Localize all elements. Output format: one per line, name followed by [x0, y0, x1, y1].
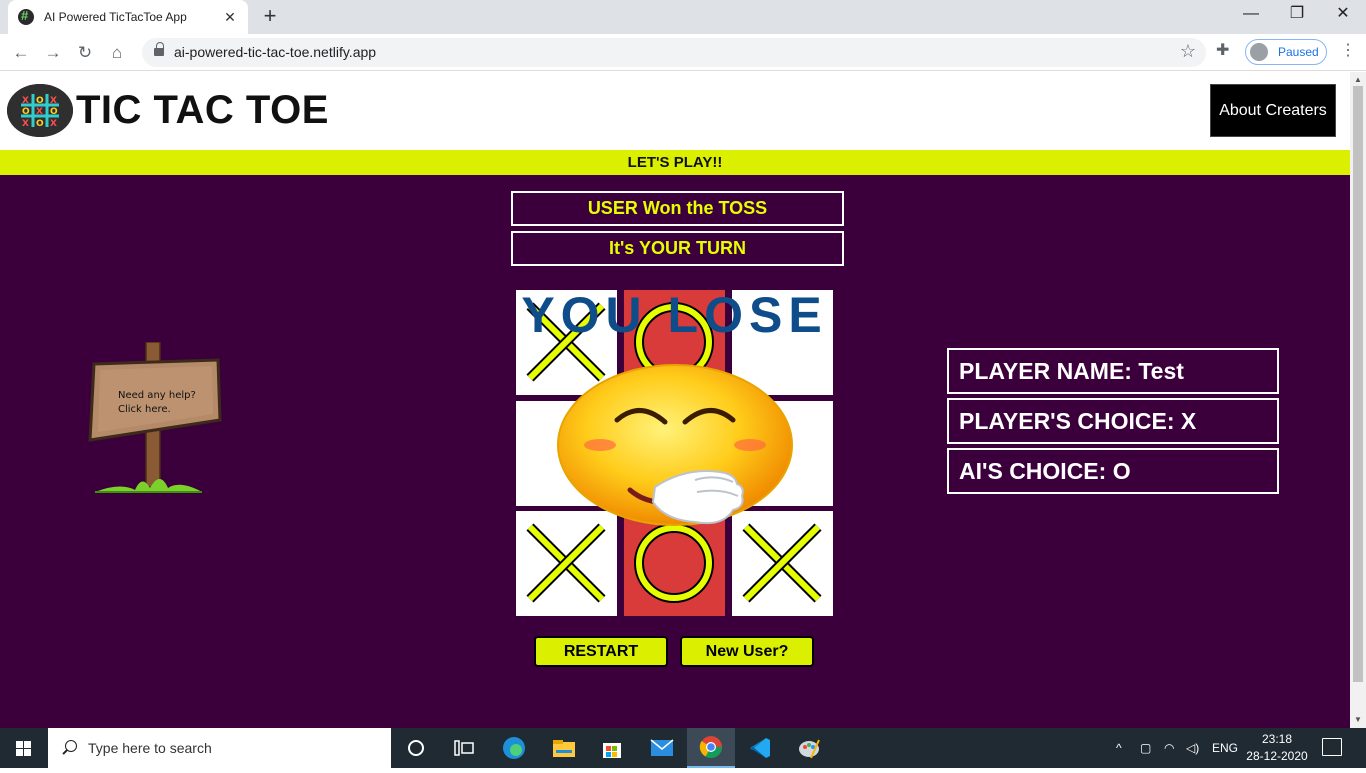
restore-button[interactable]: ❐: [1274, 0, 1320, 30]
browser-tab[interactable]: AI Powered TicTacToe App ✕: [8, 0, 248, 34]
svg-text:O: O: [36, 96, 44, 106]
about-creaters-button[interactable]: About Creaters: [1210, 84, 1336, 137]
page-content: X O X O X O X O X TIC TAC TOE About Crea…: [0, 72, 1350, 728]
back-arrow-icon[interactable]: ←: [8, 40, 34, 66]
microsoft-store-icon[interactable]: [588, 728, 636, 768]
scroll-thumb[interactable]: [1353, 86, 1363, 682]
search-icon: [62, 740, 78, 756]
language-indicator[interactable]: ENG: [1212, 728, 1238, 768]
edge-browser-icon[interactable]: [490, 728, 538, 768]
close-window-button[interactable]: ✕: [1320, 0, 1366, 30]
browser-menu-icon[interactable]: ⋮: [1340, 40, 1356, 60]
scroll-down-icon[interactable]: ▼: [1354, 715, 1362, 724]
windows-logo-icon: [16, 741, 31, 756]
clock-time: 23:18: [1261, 732, 1293, 746]
svg-text:X: X: [50, 96, 57, 106]
forward-arrow-icon[interactable]: →: [40, 40, 66, 66]
svg-text:O: O: [36, 119, 44, 129]
paint-app-icon[interactable]: [785, 728, 833, 768]
svg-text:X: X: [22, 119, 29, 129]
site-header: X O X O X O X O X TIC TAC TOE About Crea…: [0, 72, 1350, 150]
url-text[interactable]: ai-powered-tic-tac-toe.netlify.app: [174, 44, 376, 60]
chrome-icon[interactable]: [687, 728, 735, 768]
profile-button[interactable]: Paused: [1245, 39, 1327, 65]
minimize-button[interactable]: —: [1228, 0, 1274, 30]
meet-now-icon[interactable]: ▢: [1140, 728, 1151, 768]
scroll-up-icon[interactable]: ▲: [1354, 75, 1362, 84]
windows-start-button[interactable]: [0, 728, 48, 768]
player-choice-box: PLAYER'S CHOICE: X: [947, 398, 1279, 444]
wifi-icon[interactable]: ◠: [1164, 728, 1174, 768]
extensions-puzzle-icon[interactable]: ✚: [1216, 40, 1229, 60]
browser-toolbar: ← → ↻ ⌂ ai-powered-tic-tac-toe.netlify.a…: [0, 34, 1366, 71]
taskbar-clock[interactable]: 23:18 28-12-2020: [1246, 731, 1308, 765]
help-sign[interactable]: Need any help? Click here.: [80, 341, 230, 497]
cortana-icon[interactable]: [392, 728, 440, 768]
notification-center-icon[interactable]: [1322, 738, 1342, 756]
clock-date: 28-12-2020: [1246, 749, 1308, 763]
bookmark-star-icon[interactable]: ☆: [1180, 41, 1196, 62]
vscode-icon[interactable]: [736, 728, 784, 768]
task-view-icon[interactable]: [440, 728, 488, 768]
laughing-emoji-icon: [545, 362, 805, 537]
svg-text:X: X: [22, 96, 29, 106]
lock-icon: [154, 42, 164, 58]
ai-choice-box: AI'S CHOICE: O: [947, 448, 1279, 494]
page-title: TIC TAC TOE: [76, 88, 329, 132]
tictactoe-logo-icon: X O X O X O X O X: [7, 84, 73, 137]
game-result-text: YOU LOSE: [521, 287, 828, 343]
home-icon[interactable]: ⌂: [104, 40, 130, 66]
player-name-box: PLAYER NAME: Test: [947, 348, 1279, 394]
svg-text:X: X: [36, 107, 43, 117]
windows-taskbar: Type here to search ^ ▢ ◠ ◁) ENG 23:18 2…: [0, 728, 1366, 768]
svg-text:O: O: [22, 107, 30, 117]
file-explorer-icon[interactable]: [540, 728, 588, 768]
svg-text:O: O: [50, 107, 58, 117]
new-user-button[interactable]: New User?: [680, 636, 814, 667]
new-tab-button[interactable]: +: [258, 5, 282, 29]
svg-text:X: X: [50, 119, 57, 129]
page-scrollbar[interactable]: ▲ ▼: [1350, 72, 1366, 728]
lets-play-banner: LET'S PLAY!!: [0, 150, 1350, 175]
help-sign-line1: Need any help?: [118, 390, 196, 401]
address-bar[interactable]: ai-powered-tic-tac-toe.netlify.app ☆: [142, 38, 1206, 67]
help-sign-line2: Click here.: [118, 404, 171, 415]
reload-icon[interactable]: ↻: [72, 40, 98, 66]
volume-icon[interactable]: ◁): [1186, 728, 1199, 768]
mail-icon[interactable]: [638, 728, 686, 768]
tab-favicon-icon: [18, 8, 34, 25]
tab-title: AI Powered TicTacToe App: [44, 10, 187, 24]
toss-status: USER Won the TOSS: [511, 191, 844, 226]
restart-button[interactable]: RESTART: [534, 636, 668, 667]
search-placeholder: Type here to search: [88, 740, 212, 756]
avatar: [1250, 43, 1268, 61]
turn-status: It's YOUR TURN: [511, 231, 844, 266]
browser-tab-strip: AI Powered TicTacToe App ✕ + — ❐ ✕: [0, 0, 1366, 34]
tab-close-icon[interactable]: ✕: [222, 9, 238, 26]
profile-status: Paused: [1278, 45, 1319, 59]
show-hidden-icons-chevron-icon[interactable]: ^: [1116, 728, 1122, 768]
taskbar-search-box[interactable]: Type here to search: [48, 728, 391, 768]
